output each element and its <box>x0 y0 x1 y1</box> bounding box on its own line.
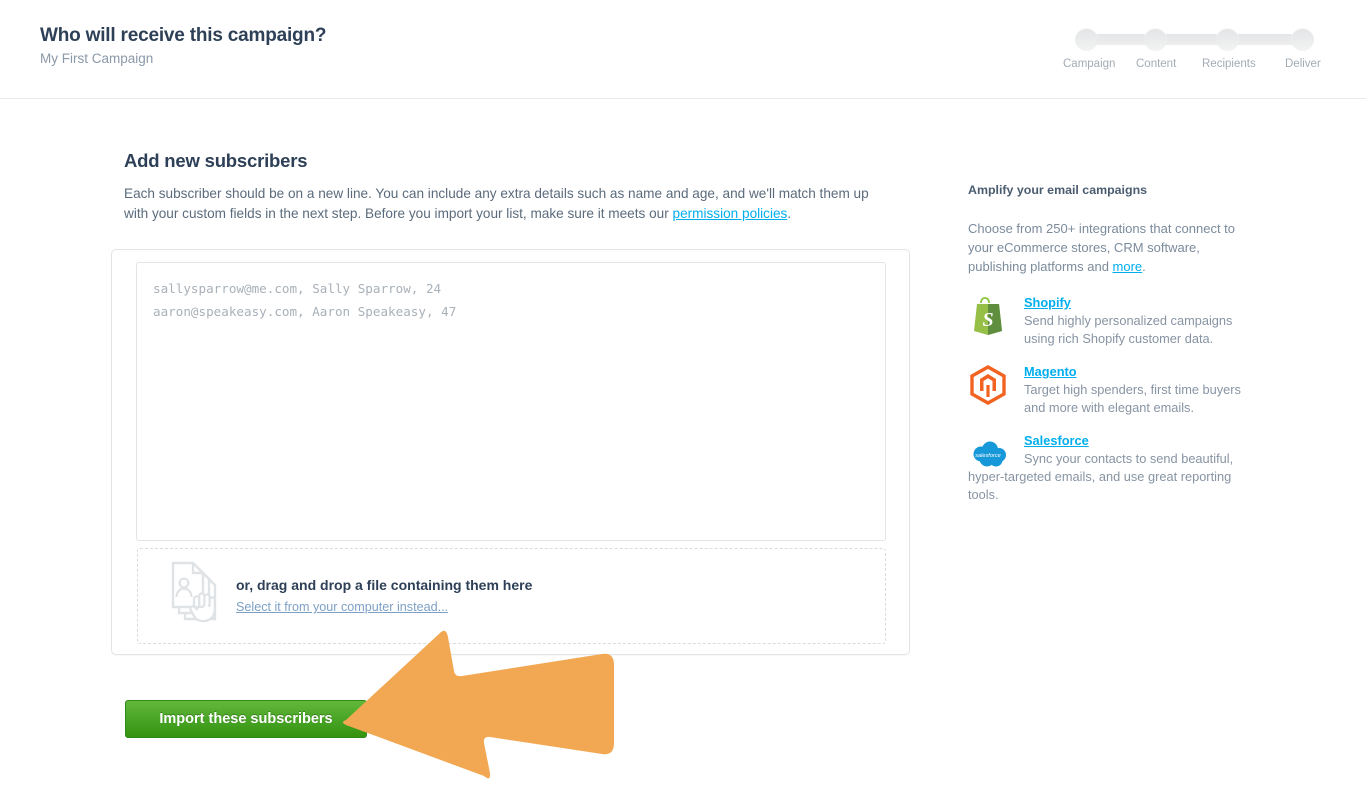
step-label: Campaign <box>1063 58 1116 70</box>
progress-stepper: Campaign Content Recipients Deliver <box>1063 28 1330 78</box>
step-label: Recipients <box>1202 58 1256 70</box>
integration-item-salesforce[interactable]: salesforce Salesforce Sync your contacts… <box>968 432 1246 504</box>
magento-hexagon-icon <box>968 365 1008 405</box>
page-title: Who will receive this campaign? <box>40 25 327 46</box>
main-content-intro: Add new subscribers Each subscriber shou… <box>124 150 914 223</box>
step-label: Content <box>1136 58 1177 70</box>
step-dot-icon <box>1075 28 1098 51</box>
integration-name-link[interactable]: Magento <box>1024 364 1077 379</box>
step-dot-icon <box>1144 28 1167 51</box>
file-dropzone[interactable]: or, drag and drop a file containing them… <box>137 548 886 644</box>
integration-item-magento[interactable]: Magento Target high spenders, first time… <box>968 363 1246 421</box>
permission-policies-link[interactable]: permission policies <box>673 206 788 221</box>
integration-name-link[interactable]: Salesforce <box>1024 433 1089 448</box>
integration-description: Send highly personalized campaigns using… <box>1024 313 1233 346</box>
step-dot-icon <box>1216 28 1239 51</box>
dropzone-title: or, drag and drop a file containing them… <box>236 577 533 593</box>
integration-description: Target high spenders, first time buyers … <box>1024 382 1241 415</box>
sidebar-integrations: Amplify your email campaigns Choose from… <box>968 183 1246 515</box>
sidebar-intro: Choose from 250+ integrations that conne… <box>968 219 1236 276</box>
more-integrations-link[interactable]: more <box>1113 259 1143 274</box>
import-panel: or, drag and drop a file containing them… <box>111 249 910 655</box>
step-dot-icon <box>1291 28 1314 51</box>
select-file-link[interactable]: Select it from your computer instead... <box>236 600 448 614</box>
import-subscribers-button[interactable]: Import these subscribers <box>125 700 367 738</box>
integration-description: Sync your contacts to send beautiful, hy… <box>968 451 1234 502</box>
sidebar-title: Amplify your email campaigns <box>968 183 1148 197</box>
svg-text:S: S <box>982 309 993 331</box>
document-contact-drag-icon <box>165 561 231 631</box>
description-text-after: . <box>787 205 792 221</box>
integration-name-link[interactable]: Shopify <box>1024 295 1071 310</box>
svg-text:salesforce: salesforce <box>975 453 1001 459</box>
salesforce-cloud-icon: salesforce <box>968 434 1008 474</box>
subscribers-textarea[interactable] <box>136 262 886 541</box>
section-heading: Add new subscribers <box>124 150 308 171</box>
sidebar-intro-text-after: . <box>1142 259 1146 274</box>
stepper-track <box>1091 34 1314 45</box>
sidebar-intro-text: Choose from 250+ integrations that conne… <box>968 221 1236 274</box>
integration-item-shopify[interactable]: S Shopify Send highly personalized campa… <box>968 294 1246 352</box>
step-label: Deliver <box>1285 58 1321 70</box>
section-description: Each subscriber should be on a new line.… <box>124 184 884 223</box>
shopify-bag-icon: S <box>968 296 1008 336</box>
campaign-name: My First Campaign <box>40 51 154 66</box>
page-header: Who will receive this campaign? My First… <box>0 0 1366 99</box>
